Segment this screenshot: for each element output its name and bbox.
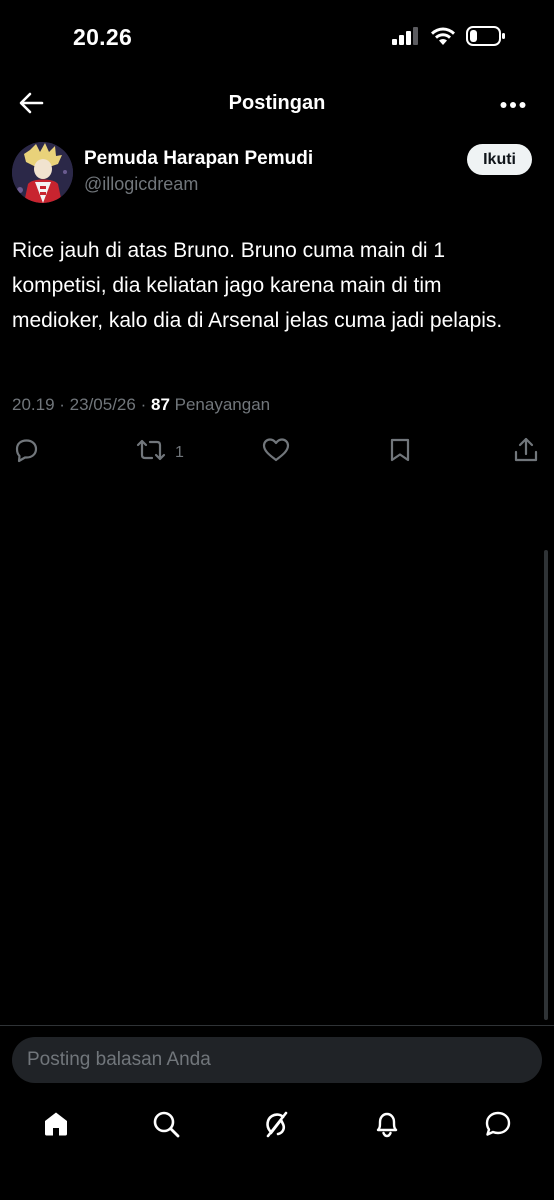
meta-separator: · [140,395,151,414]
repost-button[interactable]: 1 [135,436,184,469]
tab-grok[interactable] [259,1108,295,1144]
status-icons [392,26,506,51]
repost-icon [135,436,167,469]
bottom-tab-bar [0,1098,554,1154]
reply-input[interactable] [12,1037,542,1083]
reply-icon [12,436,40,469]
battery-icon [466,26,506,51]
home-indicator [210,1186,344,1191]
search-icon [151,1109,181,1144]
home-icon [41,1109,71,1144]
avatar[interactable] [12,142,73,203]
meta-separator: · [59,395,70,414]
tab-notifications[interactable] [369,1108,405,1144]
wifi-icon [430,27,456,51]
status-bar: 20.26 [0,0,554,76]
top-bar: Postingan [0,80,554,130]
tab-search[interactable] [148,1108,184,1144]
scrollbar[interactable] [544,550,548,1020]
cellular-signal-icon [392,27,420,50]
share-button[interactable] [512,436,540,469]
author-handle[interactable]: @illogicdream [84,174,198,195]
post-time: 20.19 [12,395,55,414]
views-count[interactable]: 87 [151,395,170,414]
post-date: 23/05/26 [69,395,136,414]
post-text: Rice jauh di atas Bruno. Bruno cuma main… [12,239,503,332]
reply-composer[interactable] [12,1037,542,1083]
notifications-icon [372,1109,402,1144]
reply-button[interactable] [12,436,48,469]
post-meta: 20.19 · 23/05/26 · 87 Penayangan [12,395,270,415]
bookmark-button[interactable] [387,436,413,469]
tab-home[interactable] [38,1108,74,1144]
more-horizontal-icon [500,96,526,114]
like-button[interactable] [261,436,299,469]
divider [0,1025,554,1026]
messages-icon [483,1109,513,1144]
author-name[interactable]: Pemuda Harapan Pemudi [84,148,313,170]
heart-icon [261,436,291,469]
bookmark-icon [387,436,413,469]
share-icon [512,436,540,469]
page-title: Postingan [228,92,326,114]
more-options-button[interactable] [498,90,528,120]
status-time: 20.26 [73,24,133,50]
follow-button[interactable]: Ikuti [467,144,532,175]
repost-count: 1 [175,443,184,461]
views-label[interactable]: Penayangan [175,395,270,414]
tab-messages[interactable] [480,1108,516,1144]
post-actions: 1 [0,434,554,470]
grok-icon [262,1109,292,1144]
